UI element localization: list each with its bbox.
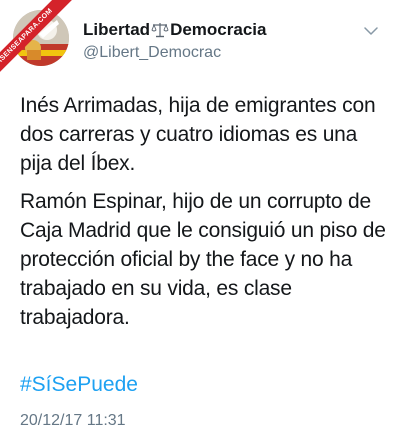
scales-of-justice-icon <box>151 23 169 38</box>
user-name-part2: Democracia <box>170 20 267 39</box>
tweet-text: Inés Arrimadas, hija de emigrantes con d… <box>20 91 390 332</box>
user-name-part1: Libertad <box>83 20 151 39</box>
user-handle[interactable]: @Libert_Democrac <box>83 44 221 62</box>
tweet-paragraph: Inés Arrimadas, hija de emigrantes con d… <box>20 94 376 175</box>
user-name[interactable]: Libertad Democracia <box>83 20 266 40</box>
tweet-timestamp[interactable]: 20/12/17 11:31 <box>20 412 126 430</box>
tweet-paragraph: Ramón Espinar, hijo de un corrupto de Ca… <box>20 190 386 329</box>
chevron-down-icon[interactable] <box>364 26 378 36</box>
hashtag-link[interactable]: #SíSePuede <box>20 373 138 397</box>
